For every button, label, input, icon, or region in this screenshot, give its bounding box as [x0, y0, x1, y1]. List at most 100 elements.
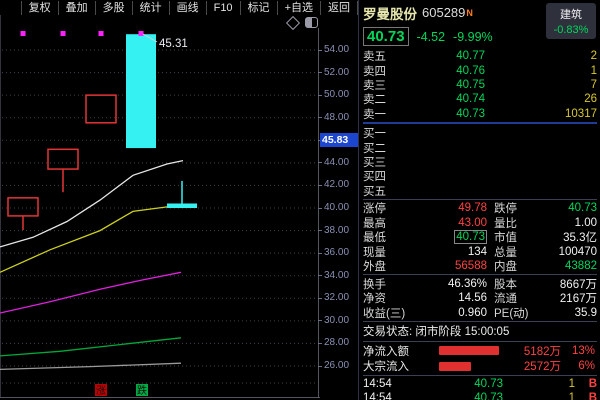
stat-value: 100470 — [542, 246, 597, 258]
axis-label: 38.00 — [324, 225, 349, 236]
svg-text:涨: 涨 — [96, 385, 106, 397]
trade-status: 交易状态: 闭市阶段 15:00:05 — [363, 323, 597, 340]
axis-label: 26.00 — [324, 360, 349, 371]
axis-label: 40.00 — [324, 202, 349, 213]
price-annotation: 45.31 — [159, 38, 188, 50]
price-change: -4.52 — [417, 30, 446, 44]
axis-tick — [318, 366, 322, 367]
price-axis: 54.0052.0050.0048.0046.0044.0042.0040.00… — [320, 0, 358, 400]
stat-value: 56588 — [409, 260, 487, 272]
kline-chart[interactable]: 45.31涨跌 — [0, 0, 320, 400]
ask-row-2[interactable]: 卖一40.7310317 — [363, 107, 597, 121]
stock-header: 罗曼股份 605289 N 建筑 -0.83% — [363, 0, 597, 25]
level-volume: 26 — [485, 93, 597, 105]
sector-tag-change: -0.83% — [554, 24, 589, 36]
flow-label: 净流入额 — [363, 343, 439, 359]
ask-row-4[interactable]: 卖三40.757 — [363, 78, 597, 92]
tick-time: 14:54 — [363, 378, 423, 390]
stat-value: 46.36% — [409, 278, 487, 290]
axis-label: 36.00 — [324, 247, 349, 258]
axis-label: 50.00 — [324, 89, 349, 100]
candle-0 — [8, 198, 38, 216]
flow-bar — [439, 346, 499, 355]
axis-tick — [318, 117, 322, 118]
candle-1 — [48, 149, 78, 169]
stat-value: 0.960 — [409, 307, 487, 319]
chart-column: 复权叠加多股统计画线F10标记+自选返回 45.31涨跌 54.0052.005… — [0, 0, 358, 400]
bid-queue: 买一买二买三买四买五 — [363, 125, 597, 198]
bid-row-3[interactable]: 买三 — [363, 155, 597, 169]
tick-list[interactable]: 14:5440.731B14:5440.731B — [363, 377, 597, 400]
axis-label: 42.00 — [324, 179, 349, 190]
level-price: 40.73 — [423, 108, 485, 120]
flow-bar — [439, 362, 471, 371]
ma-magenta — [0, 272, 181, 313]
bid-row-1[interactable]: 买一 — [363, 126, 597, 140]
candle-4 — [167, 203, 197, 208]
stat-value: 40.73 — [542, 202, 597, 214]
stat-value: 1.00 — [542, 217, 597, 229]
signal-dot — [139, 31, 144, 36]
level-label: 卖一 — [363, 106, 423, 122]
axis-tick — [318, 253, 322, 254]
bid-row-5[interactable]: 买五 — [363, 184, 597, 198]
axis-label: 28.00 — [324, 337, 349, 348]
stat-row: 现量134总量100470 — [363, 244, 597, 259]
level-price: 40.75 — [423, 79, 485, 91]
axis-tick — [318, 185, 322, 186]
stat-row: 最高43.00量比1.00 — [363, 215, 597, 230]
stat-value: 40.73 — [409, 231, 487, 243]
level-price: 40.74 — [423, 93, 485, 105]
level-price: 40.77 — [423, 50, 485, 62]
bid-ask-divider — [363, 122, 597, 124]
last-price: 40.73 — [363, 27, 409, 46]
flow-amount: 5182万 — [524, 343, 561, 359]
tick-volume: 1 — [503, 392, 575, 400]
stat-row: 换手46.36%股本8667万 — [363, 276, 597, 291]
bid-row-4[interactable]: 买四 — [363, 169, 597, 183]
stat-value: 2167万 — [542, 290, 597, 306]
level-volume: 1 — [485, 65, 597, 77]
axis-tick — [318, 320, 322, 321]
ask-row-5[interactable]: 卖四40.761 — [363, 63, 597, 77]
stat-row: 外盘56588内盘43882 — [363, 259, 597, 274]
stat-value: 43882 — [542, 260, 597, 272]
stat-value: 134 — [409, 246, 487, 258]
stat-label: 收益(三) — [363, 305, 409, 321]
tick-side: B — [575, 392, 597, 400]
axis-tick — [318, 230, 322, 231]
sector-tag-badge[interactable]: 建筑 -0.83% — [546, 3, 596, 39]
flow-label: 大宗流入 — [363, 358, 439, 374]
flow-amount: 2572万 — [524, 358, 561, 374]
bid-row-2[interactable]: 买二 — [363, 140, 597, 154]
stat-value: 35.9 — [542, 307, 597, 319]
stats-group-1: 涨停49.78跌停40.73最高43.00量比1.00最低40.73市值35.3… — [363, 201, 597, 274]
tick-row-0[interactable]: 14:5440.731B — [363, 377, 597, 391]
money-flow-section: 净流入额5182万13%大宗流入2572万6% — [363, 343, 597, 374]
level-volume: 2 — [485, 50, 597, 62]
axis-tick — [318, 162, 322, 163]
tick-side: B — [575, 378, 597, 390]
stat-row: 最低40.73市值35.3亿 — [363, 230, 597, 245]
axis-price-marker: 45.83 — [320, 133, 358, 147]
signal-dot — [61, 31, 66, 36]
candle-3 — [126, 34, 156, 148]
axis-tick — [318, 50, 322, 51]
stock-name: 罗曼股份 — [363, 3, 417, 23]
stat-row: 涨停49.78跌停40.73 — [363, 201, 597, 216]
ask-row-3[interactable]: 卖二40.7426 — [363, 92, 597, 106]
stock-code: 605289 — [422, 5, 465, 20]
axis-tick — [318, 95, 322, 96]
level-label: 买五 — [363, 183, 423, 199]
candle-2 — [86, 95, 116, 123]
ask-row-6[interactable]: 卖五40.772 — [363, 49, 597, 63]
tick-row-1[interactable]: 14:5440.731B — [363, 391, 597, 400]
tick-time: 14:54 — [363, 392, 423, 400]
new-stock-marker: N — [466, 8, 473, 18]
axis-label: 52.00 — [324, 67, 349, 78]
stat-label: 内盘 — [494, 258, 542, 274]
divider — [363, 321, 597, 322]
axis-tick — [318, 298, 322, 299]
sector-tag-label: 建筑 — [560, 6, 582, 22]
stat-label: PE(动) — [494, 305, 542, 321]
